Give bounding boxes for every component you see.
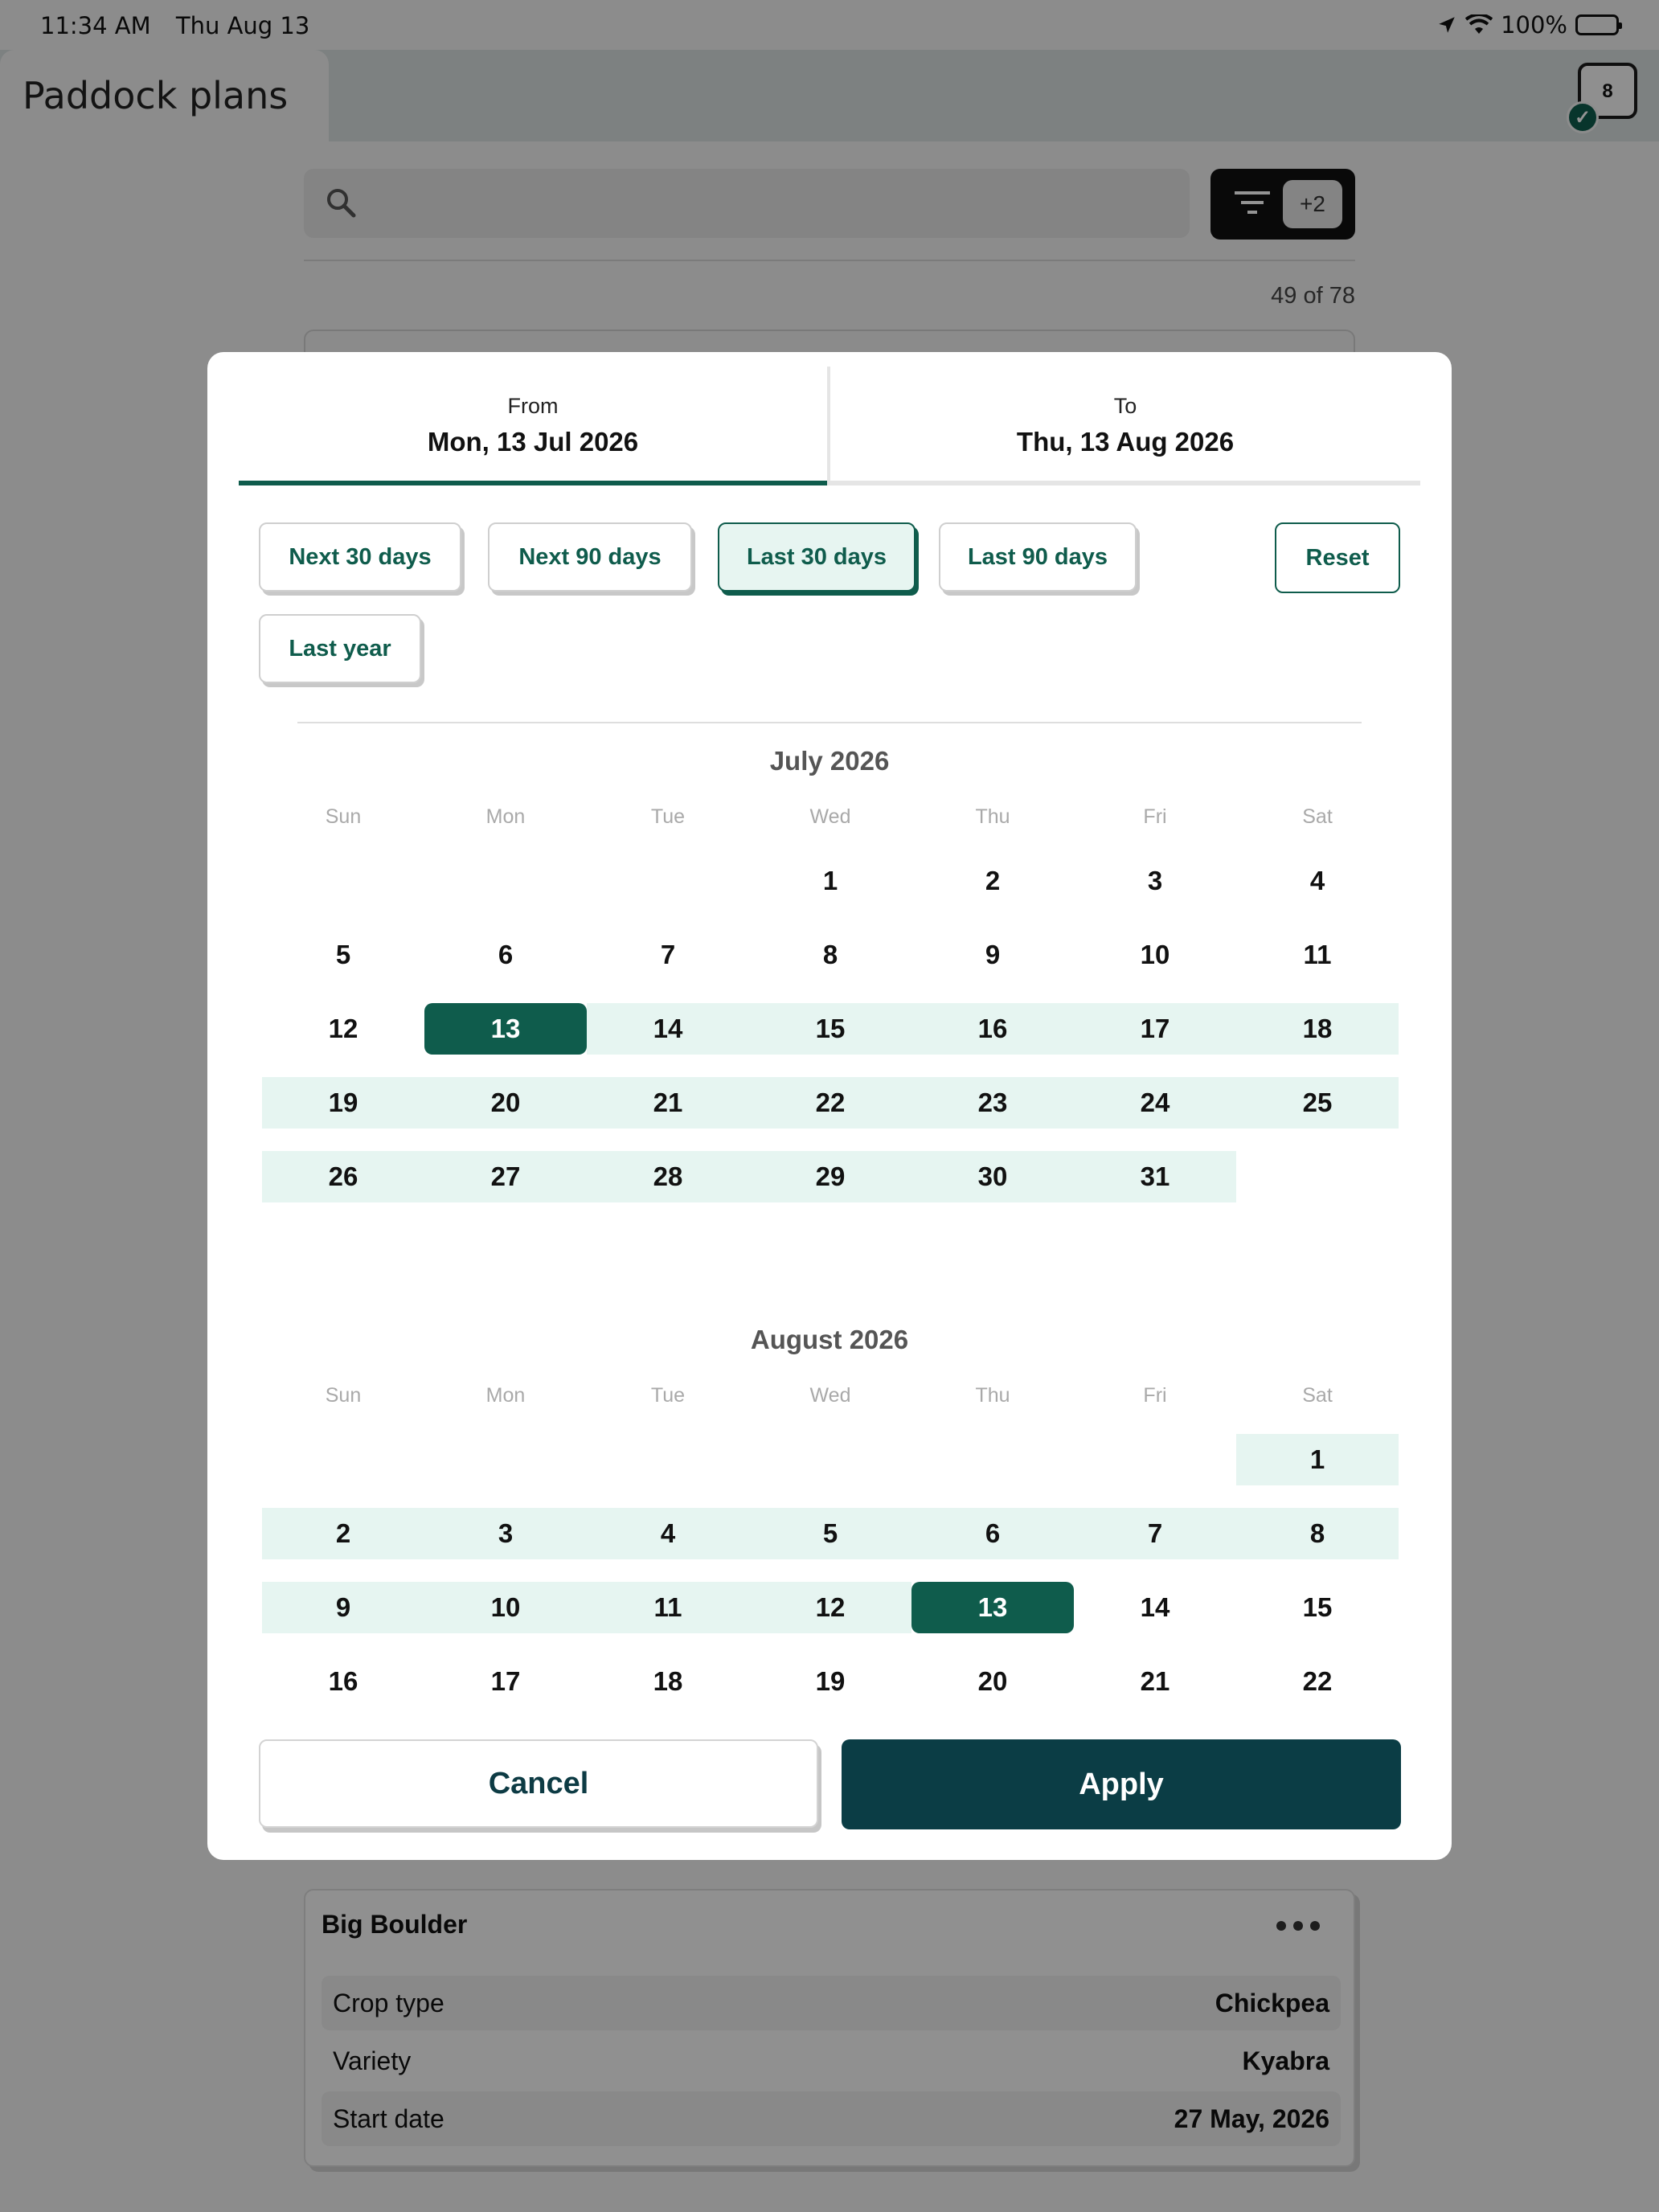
calendar-day[interactable]: 4 xyxy=(1236,855,1399,907)
calendar-day[interactable]: 13 xyxy=(424,1003,587,1055)
calendar-day[interactable]: 13 xyxy=(911,1582,1074,1633)
calendar-day[interactable]: 8 xyxy=(1236,1508,1399,1559)
calendar-day[interactable]: 22 xyxy=(1236,1656,1399,1707)
calendar-day[interactable]: 2 xyxy=(911,855,1074,907)
calendar-day[interactable]: 10 xyxy=(424,1582,587,1633)
calendar-day[interactable]: 7 xyxy=(1074,1508,1236,1559)
apply-button[interactable]: Apply xyxy=(842,1739,1401,1829)
date-range-modal: From Mon, 13 Jul 2026 To Thu, 13 Aug 202… xyxy=(207,352,1452,1860)
calendar-day[interactable]: 6 xyxy=(424,929,587,981)
calendar-day[interactable]: 22 xyxy=(749,1077,911,1129)
calendar-day[interactable]: 7 xyxy=(587,929,749,981)
weekday-label: Mon xyxy=(485,805,526,828)
weekday-label: Wed xyxy=(809,805,851,828)
weekday-label: Sun xyxy=(325,1384,362,1407)
calendar-day[interactable]: 6 xyxy=(911,1508,1074,1559)
calendar-day[interactable]: 15 xyxy=(749,1003,911,1055)
calendar-day[interactable]: 25 xyxy=(1236,1077,1399,1129)
calendar-day[interactable]: 8 xyxy=(749,929,911,981)
cancel-button[interactable]: Cancel xyxy=(259,1739,818,1828)
quick-range-next-90-days[interactable]: Next 90 days xyxy=(488,522,692,592)
calendar-day[interactable]: 17 xyxy=(1074,1003,1236,1055)
calendar-day[interactable]: 28 xyxy=(587,1151,749,1202)
calendar-day[interactable]: 3 xyxy=(424,1508,587,1559)
calendar-day[interactable]: 23 xyxy=(911,1077,1074,1129)
tab-from[interactable]: From Mon, 13 Jul 2026 xyxy=(239,352,827,485)
calendar-day[interactable]: 27 xyxy=(424,1151,587,1202)
weekday-label: Sat xyxy=(1302,805,1333,828)
quick-range-next-30-days[interactable]: Next 30 days xyxy=(259,522,461,592)
calendar-day[interactable]: 5 xyxy=(749,1508,911,1559)
quick-range-last-30-days[interactable]: Last 30 days xyxy=(718,522,916,592)
calendar-day[interactable]: 16 xyxy=(262,1656,424,1707)
to-label: To xyxy=(1113,394,1137,418)
weekday-label: Mon xyxy=(485,1384,526,1407)
weekday-label: Fri xyxy=(1143,1384,1167,1407)
calendar-day[interactable]: 19 xyxy=(749,1656,911,1707)
calendar-day[interactable]: 18 xyxy=(1236,1003,1399,1055)
weekday-label: Thu xyxy=(975,1384,1010,1407)
calendar-day[interactable]: 24 xyxy=(1074,1077,1236,1129)
weekday-label: Tue xyxy=(650,1384,686,1407)
weekday-label: Wed xyxy=(809,1384,851,1407)
calendar-day[interactable]: 26 xyxy=(262,1151,424,1202)
month-title: August 2026 xyxy=(750,1325,909,1354)
from-value: Mon, 13 Jul 2026 xyxy=(427,427,639,457)
calendar-day[interactable]: 30 xyxy=(911,1151,1074,1202)
calendar-day[interactable]: 2 xyxy=(262,1508,424,1559)
reset-button[interactable]: Reset xyxy=(1275,522,1400,593)
quick-range-last-90-days[interactable]: Last 90 days xyxy=(939,522,1137,592)
calendar-day[interactable]: 11 xyxy=(1236,929,1399,981)
tab-to[interactable]: To Thu, 13 Aug 2026 xyxy=(830,352,1420,485)
calendar-day[interactable]: 15 xyxy=(1236,1582,1399,1633)
calendar-day[interactable]: 5 xyxy=(262,929,424,981)
calendar-day[interactable]: 14 xyxy=(1074,1582,1236,1633)
to-value: Thu, 13 Aug 2026 xyxy=(1016,427,1235,457)
calendar-day[interactable]: 4 xyxy=(587,1508,749,1559)
calendar-day[interactable]: 9 xyxy=(911,929,1074,981)
calendar-day[interactable]: 3 xyxy=(1074,855,1236,907)
calendar-day[interactable]: 10 xyxy=(1074,929,1236,981)
calendar-day[interactable]: 17 xyxy=(424,1656,587,1707)
calendar-day[interactable]: 29 xyxy=(749,1151,911,1202)
calendar-day[interactable]: 9 xyxy=(262,1582,424,1633)
calendar-day[interactable]: 12 xyxy=(749,1582,911,1633)
weekday-label: Fri xyxy=(1143,805,1167,828)
calendar-day[interactable]: 11 xyxy=(587,1582,749,1633)
month-title: July 2026 xyxy=(769,746,890,776)
calendar-day[interactable]: 1 xyxy=(1236,1434,1399,1485)
weekday-label: Sat xyxy=(1302,1384,1333,1407)
from-label: From xyxy=(507,394,559,418)
calendar-day[interactable]: 20 xyxy=(911,1656,1074,1707)
calendar-day[interactable]: 20 xyxy=(424,1077,587,1129)
calendar-day[interactable]: 19 xyxy=(262,1077,424,1129)
weekday-label: Thu xyxy=(975,805,1010,828)
calendar-day[interactable]: 18 xyxy=(587,1656,749,1707)
calendar-day[interactable]: 12 xyxy=(262,1003,424,1055)
calendar-day[interactable]: 21 xyxy=(587,1077,749,1129)
calendar-day[interactable]: 21 xyxy=(1074,1656,1236,1707)
quick-range-last-year[interactable]: Last year xyxy=(259,614,421,683)
weekday-label: Tue xyxy=(650,805,686,828)
divider xyxy=(297,722,1362,723)
calendar-day[interactable]: 16 xyxy=(911,1003,1074,1055)
calendar-day[interactable]: 1 xyxy=(749,855,911,907)
calendar-day[interactable]: 31 xyxy=(1074,1151,1236,1202)
weekday-label: Sun xyxy=(325,805,362,828)
calendar-day[interactable]: 14 xyxy=(587,1003,749,1055)
